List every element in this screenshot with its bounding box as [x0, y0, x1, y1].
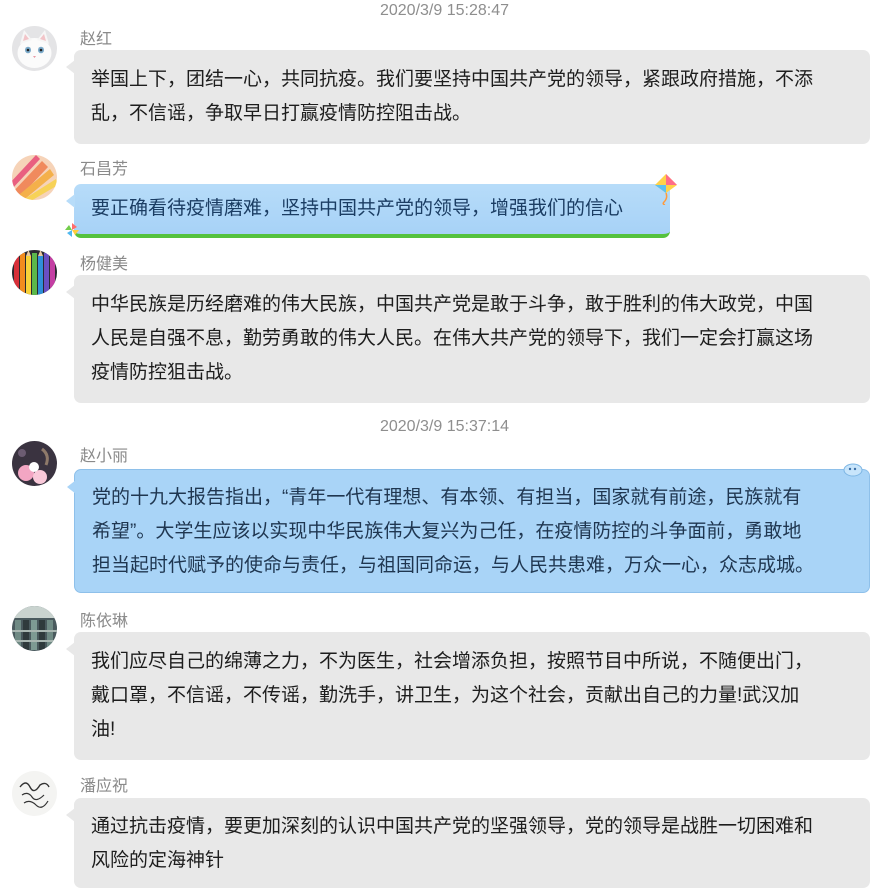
message-line: 油!: [91, 719, 116, 740]
message-bubble[interactable]: 党的十九大报告指出，“青年一代有理想、有本领、有担当，国家就有前途，民族就有 希…: [67, 469, 870, 593]
message-line: 乱，不信谣，争取早日打赢疫情防控阻击战。: [91, 103, 472, 124]
sender-name: 陈依琳: [80, 613, 129, 630]
message-bubble[interactable]: 中华民族是历经磨难的伟大民族，中国共产党是敢于斗争，敢于胜利的伟大政党，中国 人…: [66, 275, 870, 403]
colored-pencils-avatar[interactable]: [12, 250, 57, 295]
message-timestamp: 2020/3/9 15:28:47: [379, 2, 509, 19]
message-line: 担当起时代赋予的使命与责任，与祖国同命运，与人民共患难，万众一心，众志成城。: [92, 555, 815, 576]
kite-icon: [655, 174, 677, 205]
pinwheel-icon: [65, 223, 79, 237]
sender-name: 石昌芳: [80, 161, 129, 178]
message-line: 戴口罩，不信谣，不传谣，勤洗手，讲卫生，为这个社会，贡献出自己的力量!武汉加: [91, 685, 800, 706]
sender-name: 赵小丽: [80, 448, 129, 465]
message-line: 我们应尽自己的绵薄之力，不为医生，社会增添负担，按照节目中所说，不随便出门，: [91, 651, 814, 672]
message-line: 中华民族是历经磨难的伟大民族，中国共产党是敢于斗争，敢于胜利的伟大政党，中国: [91, 294, 814, 315]
sender-name: 潘应祝: [80, 778, 129, 795]
message-line: 通过抗击疫情，要更加深刻的认识中国共产党的坚强领导，党的领导是战胜一切困难和: [91, 816, 814, 837]
message-bubble[interactable]: 要正确看待疫情磨难，坚持中国共产党的领导，增强我们的信心: [66, 184, 670, 238]
cloud-bubble-icon: [843, 463, 863, 477]
message-line: 风险的定海神针: [91, 850, 225, 871]
signature-avatar[interactable]: [12, 771, 57, 816]
message-line: 党的十九大报告指出，“青年一代有理想、有本领、有担当，国家就有前途，民族就有: [92, 487, 802, 508]
message-line: 人民是自强不息，勤劳勇敢的伟大人民。在伟大共产党的领导下，我们一定会打赢这场: [91, 328, 814, 349]
sender-name: 杨健美: [80, 256, 129, 273]
message-bubble[interactable]: 举国上下，团结一心，共同抗疫。我们要坚持中国共产党的领导，紧跟政府措施，不添 乱…: [66, 50, 870, 144]
white-cat-avatar[interactable]: [12, 26, 57, 71]
message-line: 举国上下，团结一心，共同抗疫。我们要坚持中国共产党的领导，紧跟政府措施，不添: [91, 69, 814, 90]
message-line: 希望”。大学生应该以实现中华民族伟大复兴为己任，在疫情防控的斗争面前，勇敢地: [92, 521, 802, 542]
message-bubble[interactable]: 通过抗击疫情，要更加深刻的认识中国共产党的坚强领导，党的领导是战胜一切困难和 风…: [66, 798, 870, 888]
message-line: 要正确看待疫情磨难，坚持中国共产党的领导，增强我们的信心: [91, 198, 624, 219]
flower-avatar[interactable]: [12, 441, 57, 486]
sender-name: 赵红: [80, 31, 113, 48]
library-avatar[interactable]: [12, 606, 57, 651]
message-line: 疫情防控狙击战。: [91, 362, 244, 383]
pencils-avatar[interactable]: [12, 155, 57, 200]
message-timestamp: 2020/3/9 15:37:14: [379, 418, 509, 435]
message-bubble[interactable]: 我们应尽自己的绵薄之力，不为医生，社会增添负担，按照节目中所说，不随便出门， 戴…: [66, 632, 870, 760]
